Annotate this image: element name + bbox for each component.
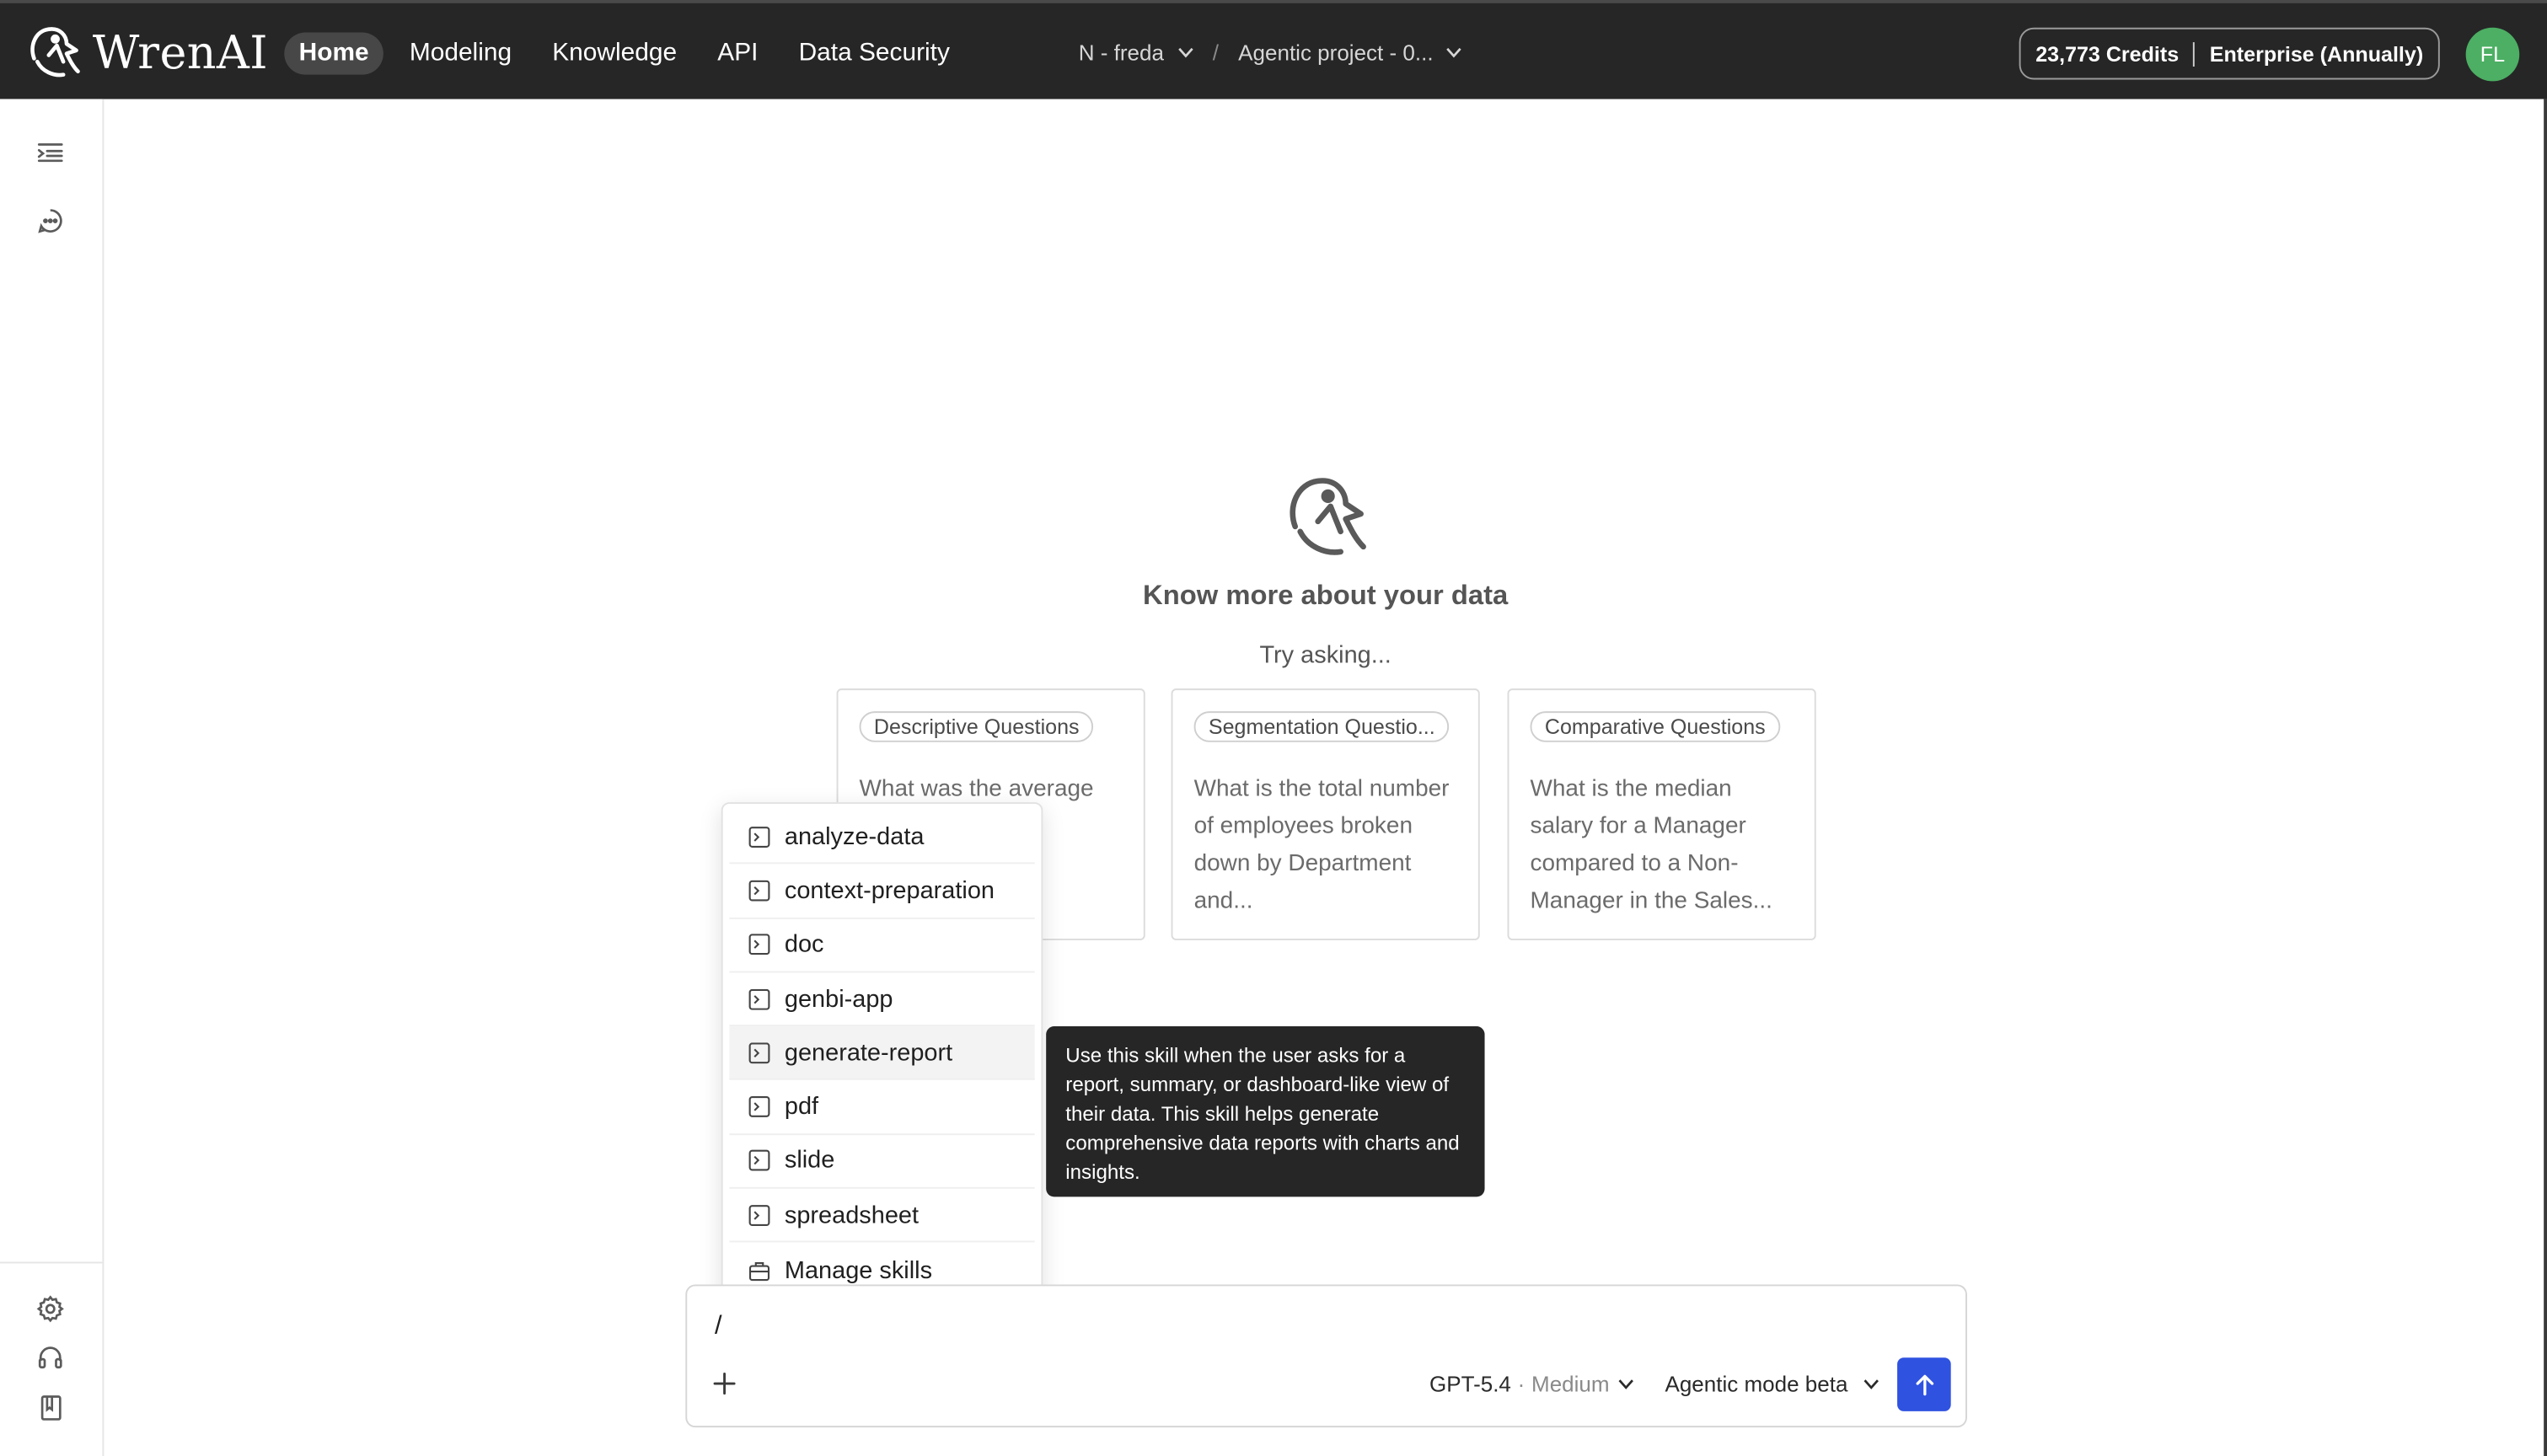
credits-plan-badge[interactable]: 23,773 Credits Enterprise (Annually) (2019, 27, 2440, 80)
nav-home[interactable]: Home (284, 32, 383, 75)
skill-item-slide[interactable]: slide (729, 1135, 1035, 1189)
skill-item-analyze-data[interactable]: analyze-data (729, 811, 1035, 864)
nav-data-security[interactable]: Data Security (784, 33, 964, 75)
wren-bird-icon (1280, 471, 1371, 570)
briefcase-icon (748, 1261, 770, 1281)
nav-knowledge[interactable]: Knowledge (538, 33, 692, 75)
nav-modeling[interactable]: Modeling (394, 33, 526, 75)
plan-name: Enterprise (Annually) (2209, 41, 2424, 67)
manage-skills-label: Manage skills (784, 1255, 933, 1284)
skill-item-generate-report[interactable]: generate-report (729, 1026, 1035, 1081)
terminal-icon (748, 988, 770, 1009)
suggested-question: What is the median salary for a Manager … (1530, 776, 1772, 915)
skill-label: genbi-app (784, 984, 893, 1013)
terminal-icon (748, 1042, 770, 1063)
skill-item-context-preparation[interactable]: context-preparation (729, 864, 1035, 919)
sidebar-divider (0, 1261, 103, 1264)
chat-composer: / GPT-5.4 · Medium Agentic mode beta (685, 1284, 1967, 1428)
sidebar (0, 99, 105, 1456)
model-separator: · (1517, 1372, 1526, 1397)
question-category-tag: Segmentation Questio... (1193, 711, 1450, 742)
divider (2193, 41, 2196, 67)
skill-label: analyze-data (784, 822, 925, 851)
suggestion-card[interactable]: Segmentation Questio... What is the tota… (1171, 688, 1480, 940)
skill-label: generate-report (784, 1039, 953, 1067)
prompt-input[interactable]: / (715, 1312, 722, 1341)
wrenai-logo[interactable]: WrenAI (24, 23, 268, 81)
skill-label: pdf (784, 1093, 819, 1121)
top-bar: WrenAI Home Modeling Knowledge API Data … (0, 0, 2547, 99)
skill-tooltip: Use this skill when the user asks for a … (1046, 1026, 1485, 1197)
skill-item-spreadsheet[interactable]: spreadsheet (729, 1189, 1035, 1244)
reasoning-effort: Medium (1531, 1372, 1610, 1397)
send-button[interactable] (1897, 1357, 1951, 1411)
chevron-down-icon (1863, 1379, 1879, 1389)
page-subtitle: Try asking... (1259, 641, 1391, 670)
breadcrumb-separator: / (1212, 40, 1220, 66)
plus-icon (713, 1373, 736, 1395)
terminal-icon (748, 826, 770, 848)
model-name: GPT-5.4 (1429, 1372, 1511, 1397)
terminal-icon (748, 1150, 770, 1172)
terminal-icon (748, 1096, 770, 1118)
add-attachment-button[interactable] (713, 1368, 736, 1400)
list-indent-icon[interactable] (35, 138, 65, 168)
suggestion-card[interactable]: Comparative Questions What is the median… (1507, 688, 1816, 940)
credits-count: 23,773 Credits (2035, 41, 2180, 67)
question-category-tag: Comparative Questions (1530, 711, 1781, 742)
skill-item-genbi-app[interactable]: genbi-app (729, 972, 1035, 1027)
skill-label: context-preparation (784, 876, 995, 905)
main-nav: Home Modeling Knowledge API Data Securit… (284, 32, 975, 75)
suggested-question: What is the total number of employees br… (1193, 776, 1450, 915)
terminal-icon (748, 880, 770, 902)
mode-label: Agentic mode beta (1665, 1372, 1848, 1397)
skills-menu: analyze-data context-preparation doc gen… (721, 802, 1043, 1304)
skill-label: doc (784, 930, 824, 959)
headset-icon[interactable] (35, 1343, 65, 1373)
chat-bubble-icon[interactable] (35, 206, 65, 236)
chevron-down-icon (1618, 1379, 1633, 1389)
nav-api[interactable]: API (703, 33, 773, 75)
arrow-up-icon (1915, 1373, 1933, 1395)
window-edge (2544, 99, 2547, 1456)
project-selector: N - freda / Agentic project - 0... (1079, 40, 1483, 65)
terminal-icon (748, 934, 770, 956)
avatar[interactable]: FL (2465, 27, 2520, 82)
project-dropdown[interactable]: Agentic project - 0... (1238, 40, 1433, 65)
skill-label: spreadsheet (784, 1201, 920, 1229)
gear-icon[interactable] (35, 1294, 65, 1324)
question-category-tag: Descriptive Questions (859, 711, 1094, 742)
logo-text: WrenAI (92, 24, 269, 79)
mode-selector[interactable]: Agentic mode beta (1665, 1372, 1879, 1397)
workspace-dropdown[interactable]: N - freda (1079, 40, 1164, 65)
chevron-down-icon[interactable] (1446, 47, 1462, 58)
model-selector[interactable]: GPT-5.4 · Medium (1429, 1372, 1633, 1397)
wren-bird-icon (30, 27, 80, 78)
page-title: Know more about your data (1143, 580, 1509, 611)
skill-item-doc[interactable]: doc (729, 918, 1035, 973)
chevron-down-icon[interactable] (1177, 47, 1193, 58)
terminal-icon (748, 1204, 770, 1226)
skill-label: slide (784, 1147, 835, 1175)
skill-item-pdf[interactable]: pdf (729, 1081, 1035, 1135)
book-icon[interactable] (35, 1394, 65, 1423)
